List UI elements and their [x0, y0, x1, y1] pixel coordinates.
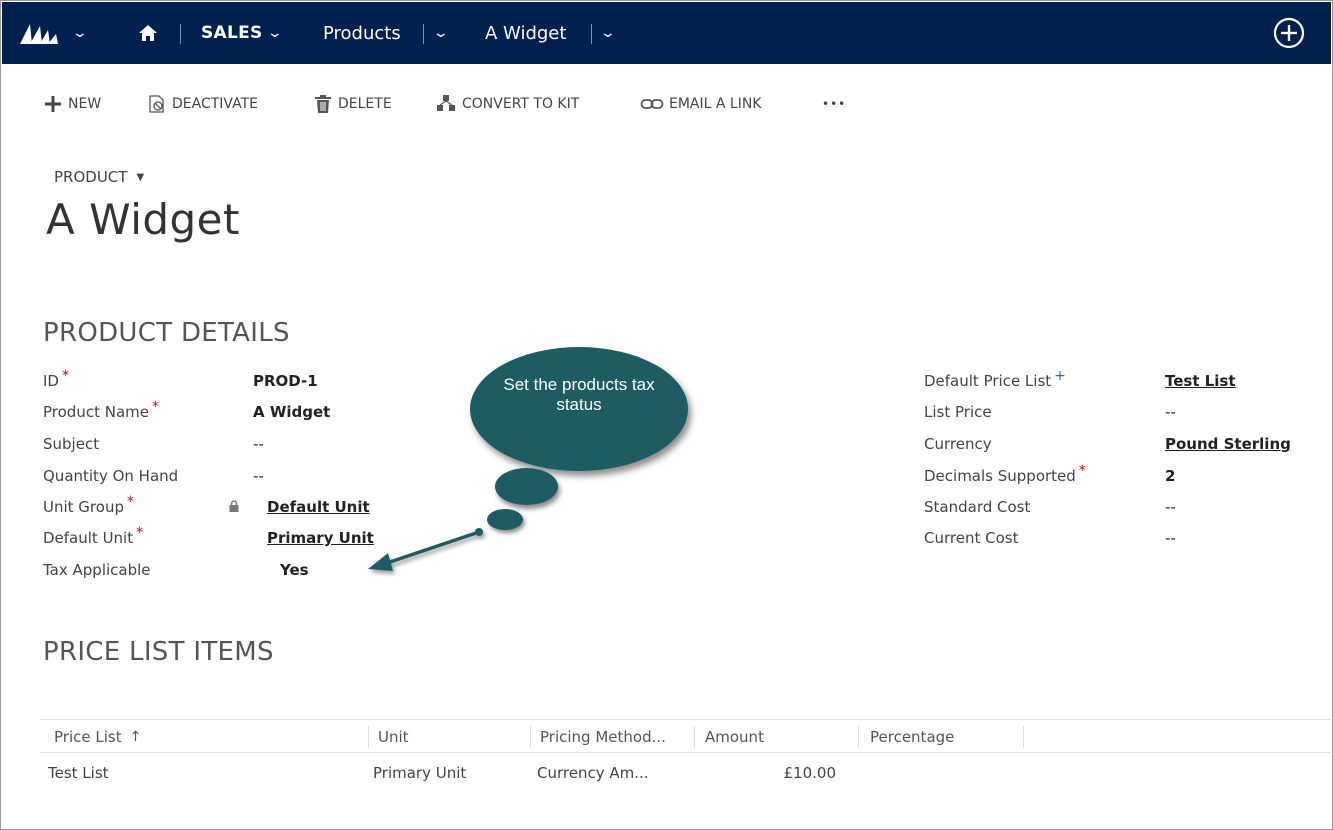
plus-icon — [43, 94, 63, 114]
tax-applicable-value[interactable]: Yes — [280, 561, 309, 579]
column-unit[interactable]: Unit — [378, 720, 409, 754]
delete-button[interactable]: DELETE — [313, 88, 392, 120]
list-price-label: List Price — [924, 403, 992, 421]
column-percentage[interactable]: Percentage — [870, 720, 954, 754]
column-separator — [1023, 726, 1024, 748]
thought-bubble-large — [495, 468, 558, 505]
callout-text: Set the products tax status — [503, 375, 655, 414]
chevron-down-icon: ⌄ — [432, 25, 450, 41]
default-price-list-value[interactable]: Test List — [1165, 372, 1236, 390]
currency-label: Currency — [924, 435, 992, 453]
column-separator — [858, 726, 859, 748]
entity-label: PRODUCT — [54, 168, 128, 186]
nav-separator — [423, 24, 424, 44]
new-button[interactable]: NEW — [43, 88, 101, 120]
plus-circle-icon — [1273, 17, 1305, 49]
subject-value[interactable]: -- — [253, 435, 264, 453]
record-title: A Widget — [46, 195, 240, 244]
chevron-down-icon: ⌄ — [599, 25, 617, 41]
list-price-value[interactable]: -- — [1165, 403, 1176, 421]
entity-form-selector[interactable]: PRODUCT ▼ — [54, 168, 144, 186]
cell-pricing-method: Currency Am... — [537, 764, 649, 782]
dynamics-logo-icon — [20, 24, 58, 44]
email-link-button[interactable]: EMAIL A LINK — [640, 88, 762, 120]
nav-record-label: A Widget — [485, 22, 567, 44]
command-bar: NEW DEACTIVATE DELETE CONVERT TO KIT EMA… — [0, 88, 1333, 120]
convert-to-kit-label: CONVERT TO KIT — [462, 96, 580, 112]
column-amount[interactable]: Amount — [705, 720, 764, 754]
product-name-value[interactable]: A Widget — [253, 403, 330, 421]
product-details-heading: PRODUCT DETAILS — [43, 318, 290, 348]
cell-amount: £10.00 — [783, 764, 837, 782]
nav-entity-label: Products — [323, 22, 401, 44]
top-nav-bar: ⌄ SALES ⌄ Products ⌄ A Widget ⌄ — [2, 2, 1331, 64]
current-cost-value[interactable]: -- — [1165, 529, 1176, 547]
currency-value[interactable]: Pound Sterling — [1165, 435, 1291, 453]
kit-icon — [435, 94, 457, 114]
cell-unit: Primary Unit — [373, 764, 467, 782]
default-unit-value[interactable]: Primary Unit — [267, 529, 374, 547]
nav-separator — [180, 24, 181, 44]
quantity-on-hand-value[interactable]: -- — [253, 467, 264, 485]
sort-ascending-icon: ↑ — [129, 729, 142, 745]
products-dropdown[interactable]: ⌄ — [429, 2, 450, 64]
home-button[interactable] — [138, 2, 158, 64]
create-new-button[interactable] — [1273, 2, 1305, 64]
record-dropdown[interactable]: ⌄ — [596, 2, 617, 64]
default-price-list-label: Default Price List + — [924, 368, 1066, 390]
column-pricing-method[interactable]: Pricing Method... — [540, 720, 666, 754]
decimals-supported-value[interactable]: 2 — [1165, 467, 1175, 485]
deactivate-icon — [147, 94, 167, 114]
nav-area-label: SALES — [201, 23, 263, 43]
dynamics-logo-menu[interactable]: ⌄ — [18, 2, 89, 64]
current-cost-label: Current Cost — [924, 529, 1019, 547]
chevron-down-icon: ⌄ — [71, 25, 89, 41]
product-name-label: Product Name * — [43, 399, 159, 421]
unit-group-label: Unit Group * — [43, 494, 134, 516]
column-price-list[interactable]: Price List ↑ — [54, 720, 141, 754]
email-link-label: EMAIL A LINK — [669, 96, 762, 112]
record-nav-link[interactable]: A Widget — [485, 2, 566, 64]
subject-label: Subject — [43, 435, 100, 453]
tax-applicable-label: Tax Applicable — [43, 561, 151, 579]
cell-price-list: Test List — [48, 764, 109, 782]
sales-area-menu[interactable]: SALES ⌄ — [201, 2, 283, 64]
nav-separator — [591, 24, 592, 44]
caret-down-icon: ▼ — [136, 171, 145, 183]
default-unit-label: Default Unit * — [43, 525, 144, 547]
trash-icon — [313, 94, 333, 114]
delete-label: DELETE — [338, 96, 392, 112]
lock-icon — [229, 500, 239, 512]
quantity-on-hand-label: Quantity On Hand — [43, 467, 179, 485]
id-value[interactable]: PROD-1 — [253, 372, 318, 390]
more-icon: ••• — [822, 97, 847, 111]
chevron-down-icon: ⌄ — [266, 25, 283, 41]
price-list-items-heading: PRICE LIST ITEMS — [43, 637, 274, 667]
deactivate-label: DEACTIVATE — [172, 96, 258, 112]
id-label: ID * — [43, 368, 69, 390]
price-list-grid-header: Price List ↑ Unit Pricing Method... Amou… — [40, 719, 1330, 753]
standard-cost-label: Standard Cost — [924, 498, 1031, 516]
new-label: NEW — [68, 96, 102, 112]
unit-group-value[interactable]: Default Unit — [267, 498, 370, 516]
thought-bubble-small — [487, 509, 523, 530]
column-separator — [368, 726, 369, 748]
column-separator — [530, 726, 531, 748]
standard-cost-value[interactable]: -- — [1165, 498, 1176, 516]
decimals-supported-label: Decimals Supported * — [924, 463, 1086, 485]
column-separator — [694, 726, 695, 748]
products-nav-link[interactable]: Products — [323, 2, 401, 64]
more-commands-button[interactable]: ••• — [822, 88, 846, 120]
deactivate-button[interactable]: DEACTIVATE — [147, 88, 258, 120]
link-icon — [640, 97, 664, 111]
convert-to-kit-button[interactable]: CONVERT TO KIT — [435, 88, 579, 120]
home-icon — [139, 25, 157, 41]
